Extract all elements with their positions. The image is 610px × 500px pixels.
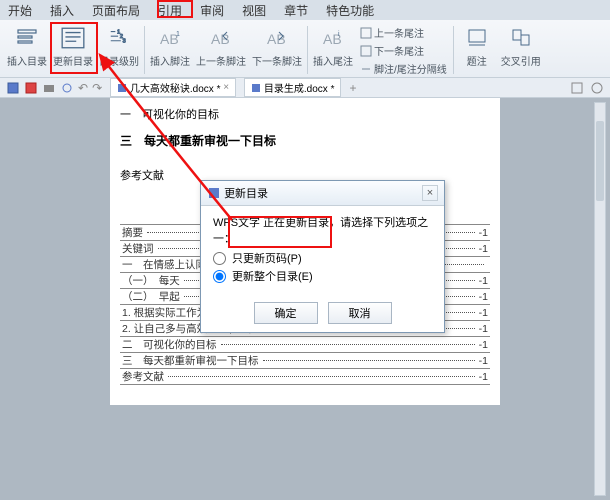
undo-icon[interactable]: ↶ — [78, 81, 88, 95]
toc-page: -1 — [479, 323, 488, 335]
toc-page: -1 — [479, 339, 488, 351]
prev-footnote-icon: AB — [206, 23, 236, 53]
feedback-icon[interactable] — [590, 81, 604, 95]
ribbon-toolbar: 插入目录 更新目录 123 目录级别 AB1 插入脚注 AB 上一条脚注 AB … — [0, 20, 610, 78]
btn-next-footnote[interactable]: AB 下一条脚注 — [249, 22, 305, 69]
menu-insert[interactable]: 插入 — [50, 2, 74, 19]
btn-prev-footnote[interactable]: AB 上一条脚注 — [193, 22, 249, 69]
radio-update-pages[interactable] — [213, 252, 226, 265]
body-heading: 三 每天都重新审视一下目标 — [120, 132, 490, 149]
toc-page: -1 — [479, 275, 488, 287]
toc-text: 二 可视化你的目标 — [122, 337, 217, 352]
update-toc-icon — [58, 23, 88, 53]
btn-insert-footnote[interactable]: AB1 插入脚注 — [147, 22, 193, 69]
dialog-titlebar[interactable]: 更新目录 × — [201, 181, 444, 206]
toc-page: -1 — [479, 307, 488, 319]
pdf-icon[interactable] — [24, 81, 38, 95]
toc-page: -1 — [479, 243, 488, 255]
toc-row: 三 每天都重新审视一下目标 -1 — [120, 352, 490, 369]
btn-toc-level[interactable]: 123 目录级别 — [96, 22, 142, 69]
toc-text: 摘要 — [122, 225, 143, 240]
radio-label: 只更新页码(P) — [232, 250, 302, 266]
toc-page: -1 — [479, 227, 488, 239]
endnote-icon: ABi — [318, 23, 348, 53]
btn-update-toc[interactable]: 更新目录 — [50, 22, 96, 69]
quick-access-bar: ↶ ↷ 几大高效秘诀.docx * × 目录生成.docx * + — [0, 78, 610, 98]
toc-level-icon: 123 — [104, 23, 134, 53]
ok-button[interactable]: 确定 — [254, 302, 318, 324]
redo-icon[interactable]: ↷ — [92, 81, 102, 95]
footnote-icon: AB1 — [155, 23, 185, 53]
dialog-title: 更新目录 — [224, 185, 268, 201]
btn-crossref[interactable]: 交叉引用 — [498, 22, 544, 69]
toc-page: -1 — [479, 291, 488, 303]
btn-separator[interactable]: 脚注/尾注分隔线 — [356, 60, 451, 77]
scrollbar-thumb[interactable] — [596, 121, 604, 201]
menu-special[interactable]: 特色功能 — [326, 2, 374, 19]
preview-icon[interactable] — [60, 81, 74, 95]
btn-prev-endnote[interactable]: 上一条尾注 — [356, 24, 451, 41]
cancel-button[interactable]: 取消 — [328, 302, 392, 324]
ribbon-divider — [307, 26, 308, 74]
wps-icon — [207, 186, 221, 200]
next-footnote-icon: AB — [262, 23, 292, 53]
btn-caption[interactable]: 题注 — [456, 22, 498, 69]
dialog-message: WPS文字 正在更新目录，请选择下列选项之一： — [213, 214, 432, 246]
endnote-sub-buttons: 上一条尾注 下一条尾注 脚注/尾注分隔线 — [356, 22, 451, 77]
vertical-scrollbar[interactable] — [594, 102, 606, 496]
toc-text: 关键词 — [122, 241, 154, 256]
menu-pagelayout[interactable]: 页面布局 — [92, 2, 140, 19]
toc-page: -1 — [479, 371, 488, 383]
menu-section[interactable]: 章节 — [284, 2, 308, 19]
toc-row: 参考文献 -1 — [120, 368, 490, 385]
svg-text:AB: AB — [267, 31, 286, 47]
body-line: 一 可视化你的目标 — [120, 106, 490, 122]
btn-insert-toc[interactable]: 插入目录 — [4, 22, 50, 69]
menu-references[interactable]: 引用 — [158, 2, 182, 19]
toc-text: （一） 每天 — [122, 273, 180, 288]
close-tab-icon[interactable]: × — [223, 82, 229, 93]
btn-insert-endnote[interactable]: ABi 插入尾注 — [310, 22, 356, 69]
ribbon-divider — [453, 26, 454, 74]
update-toc-dialog: 更新目录 × WPS文字 正在更新目录，请选择下列选项之一： 只更新页码(P) … — [200, 180, 445, 333]
ribbon-divider — [144, 26, 145, 74]
doc-tab-1[interactable]: 几大高效秘诀.docx * × — [110, 78, 236, 97]
btn-next-endnote[interactable]: 下一条尾注 — [356, 42, 451, 59]
toc-page: -1 — [479, 355, 488, 367]
radio-label: 更新整个目录(E) — [232, 268, 313, 284]
insert-toc-icon — [12, 23, 42, 53]
menu-review[interactable]: 审阅 — [200, 2, 224, 19]
svg-text:3: 3 — [123, 39, 126, 45]
toc-text: 一 在情感上认同 — [122, 257, 206, 272]
menu-view[interactable]: 视图 — [242, 2, 266, 19]
menu-bar: 开始 插入 页面布局 引用 审阅 视图 章节 特色功能 — [0, 0, 610, 20]
toc-text: （二） 早起 — [122, 289, 180, 304]
svg-text:1: 1 — [176, 31, 180, 38]
doc-tab-2[interactable]: 目录生成.docx * — [244, 78, 341, 97]
caption-icon — [462, 23, 492, 53]
toc-row: 二 可视化你的目标 -1 — [120, 336, 490, 353]
toc-text: 参考文献 — [122, 369, 164, 384]
new-tab-icon[interactable]: + — [349, 81, 356, 95]
svg-text:AB: AB — [211, 31, 230, 47]
crossref-icon — [506, 23, 536, 53]
menu-start[interactable]: 开始 — [8, 2, 32, 19]
skin-icon[interactable] — [570, 81, 584, 95]
save-icon[interactable] — [6, 81, 20, 95]
dialog-close-button[interactable]: × — [422, 185, 438, 201]
print-icon[interactable] — [42, 81, 56, 95]
radio-update-all[interactable] — [213, 270, 226, 283]
toc-text: 三 每天都重新审视一下目标 — [122, 353, 259, 368]
